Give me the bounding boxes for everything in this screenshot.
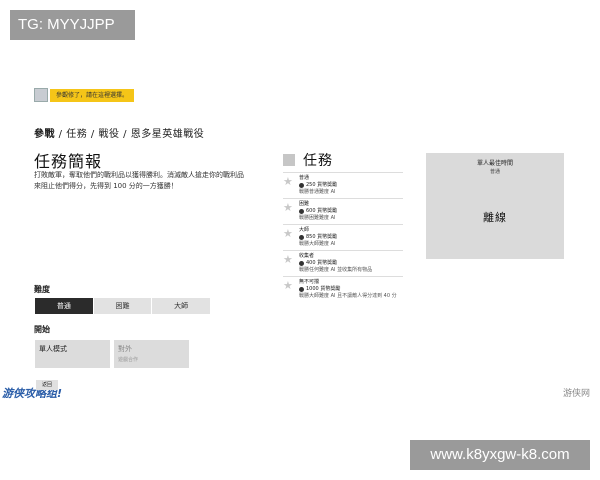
mission-item: ★ 收集者 400 貨幣獎勵 戰勝任何難度 AI 並收集所有物品	[283, 250, 403, 276]
back-button[interactable]: 返回	[36, 380, 58, 390]
star-icon: ★	[283, 201, 293, 214]
best-time-title: 單人最佳時間	[476, 160, 513, 167]
single-player-button[interactable]: 單人模式	[35, 340, 110, 368]
mission-desc: 戰勝困難難度 AI	[299, 215, 336, 221]
brief-title: 任務簡報	[34, 152, 103, 171]
mission-name: 收集者	[299, 253, 315, 259]
mission-name: 大師	[299, 227, 310, 233]
breadcrumb-separator: /	[119, 129, 131, 140]
tg-watermark: TG: MYYJJPP	[10, 10, 135, 40]
difficulty-selector: 普通 困難 大師	[35, 298, 212, 314]
mission-reward: 850 貨幣獎勵	[299, 234, 403, 241]
star-icon: ★	[283, 175, 293, 188]
breadcrumb-separator: /	[55, 129, 67, 140]
mission-name: 困難	[299, 201, 310, 207]
star-icon: ★	[283, 279, 293, 292]
coin-icon	[299, 261, 304, 266]
breadcrumb-separator: /	[87, 129, 99, 140]
mission-reward: 400 貨幣獎勵	[299, 260, 403, 267]
breadcrumb-item-endor: 恩多星英雄戰役	[130, 129, 205, 140]
mission-desc: 戰勝大師難度 AI 且不讓敵人得分達到 40 分	[299, 293, 397, 299]
mission-desc: 戰勝普通難度 AI	[299, 189, 336, 195]
coop-button[interactable]: 對外 遊戲合作	[114, 340, 189, 368]
offline-status: 離線	[483, 211, 507, 224]
star-icon: ★	[283, 227, 293, 240]
url-watermark: www.k8yxgw-k8.com	[410, 440, 590, 470]
notice-text: 參觀修了，請在這裡選擇。	[50, 88, 135, 102]
difficulty-hard-button[interactable]: 困難	[93, 298, 153, 314]
difficulty-master-button[interactable]: 大師	[152, 298, 212, 314]
missions-square-icon	[283, 154, 295, 166]
breadcrumb-item-missions[interactable]: 任務	[66, 129, 87, 140]
mission-desc: 戰勝大師難度 AI	[299, 241, 336, 247]
mission-reward: 250 貨幣獎勵	[299, 182, 403, 189]
mission-list: ★ 普通 250 貨幣獎勵 戰勝普通難度 AI ★ 困難 600 貨幣獎勵 戰勝…	[283, 172, 403, 302]
notice-icon	[34, 88, 48, 102]
mission-name: 無不可擋	[299, 279, 320, 285]
single-player-label: 單人模式	[39, 345, 67, 353]
mission-item: ★ 普通 250 貨幣獎勵 戰勝普通難度 AI	[283, 172, 403, 198]
mission-desc: 戰勝任何難度 AI 並收集所有物品	[299, 267, 373, 273]
start-label: 開始	[34, 325, 50, 334]
game-screen: 參觀修了，請在這裡選擇。 參戰 / 任務 / 戰役 / 恩多星英雄戰役 任務簡報…	[0, 60, 600, 408]
best-time-subtitle: 普通	[489, 169, 500, 175]
notice-banner: 參觀修了，請在這裡選擇。	[34, 88, 135, 102]
coop-label: 對外	[118, 345, 132, 353]
mission-item: ★ 大師 850 貨幣獎勵 戰勝大師難度 AI	[283, 224, 403, 250]
breadcrumb-item-campaign[interactable]: 戰役	[98, 129, 119, 140]
star-icon: ★	[283, 253, 293, 266]
site-logo-right: 游侠网	[563, 389, 591, 399]
missions-title: 任務	[303, 153, 333, 169]
coop-sublabel: 遊戲合作	[118, 357, 139, 363]
difficulty-label: 難度	[34, 285, 50, 294]
coin-icon	[299, 235, 304, 240]
mission-item: ★ 無不可擋 1000 貨幣獎勵 戰勝大師難度 AI 且不讓敵人得分達到 40 …	[283, 276, 403, 302]
breadcrumb: 參戰 / 任務 / 戰役 / 恩多星英雄戰役	[34, 125, 204, 140]
breadcrumb-item-battle[interactable]: 參戰	[34, 129, 55, 140]
coin-icon	[299, 183, 304, 188]
coin-icon	[299, 287, 304, 292]
difficulty-normal-button[interactable]: 普通	[35, 298, 94, 314]
mission-reward: 1000 貨幣獎勵	[299, 286, 403, 293]
mission-reward: 600 貨幣獎勵	[299, 208, 403, 215]
mission-item: ★ 困難 600 貨幣獎勵 戰勝困難難度 AI	[283, 198, 403, 224]
best-time-card: 單人最佳時間 普通 離線	[426, 153, 564, 259]
brief-description: 打敗敵軍，奪取他們的戰利品以獲得勝利。消滅敵人搶走你的戰利品來阻止他們得分，先得…	[34, 171, 244, 190]
coin-icon	[299, 209, 304, 214]
missions-header: 任務	[283, 150, 333, 170]
mission-name: 普通	[299, 175, 310, 181]
